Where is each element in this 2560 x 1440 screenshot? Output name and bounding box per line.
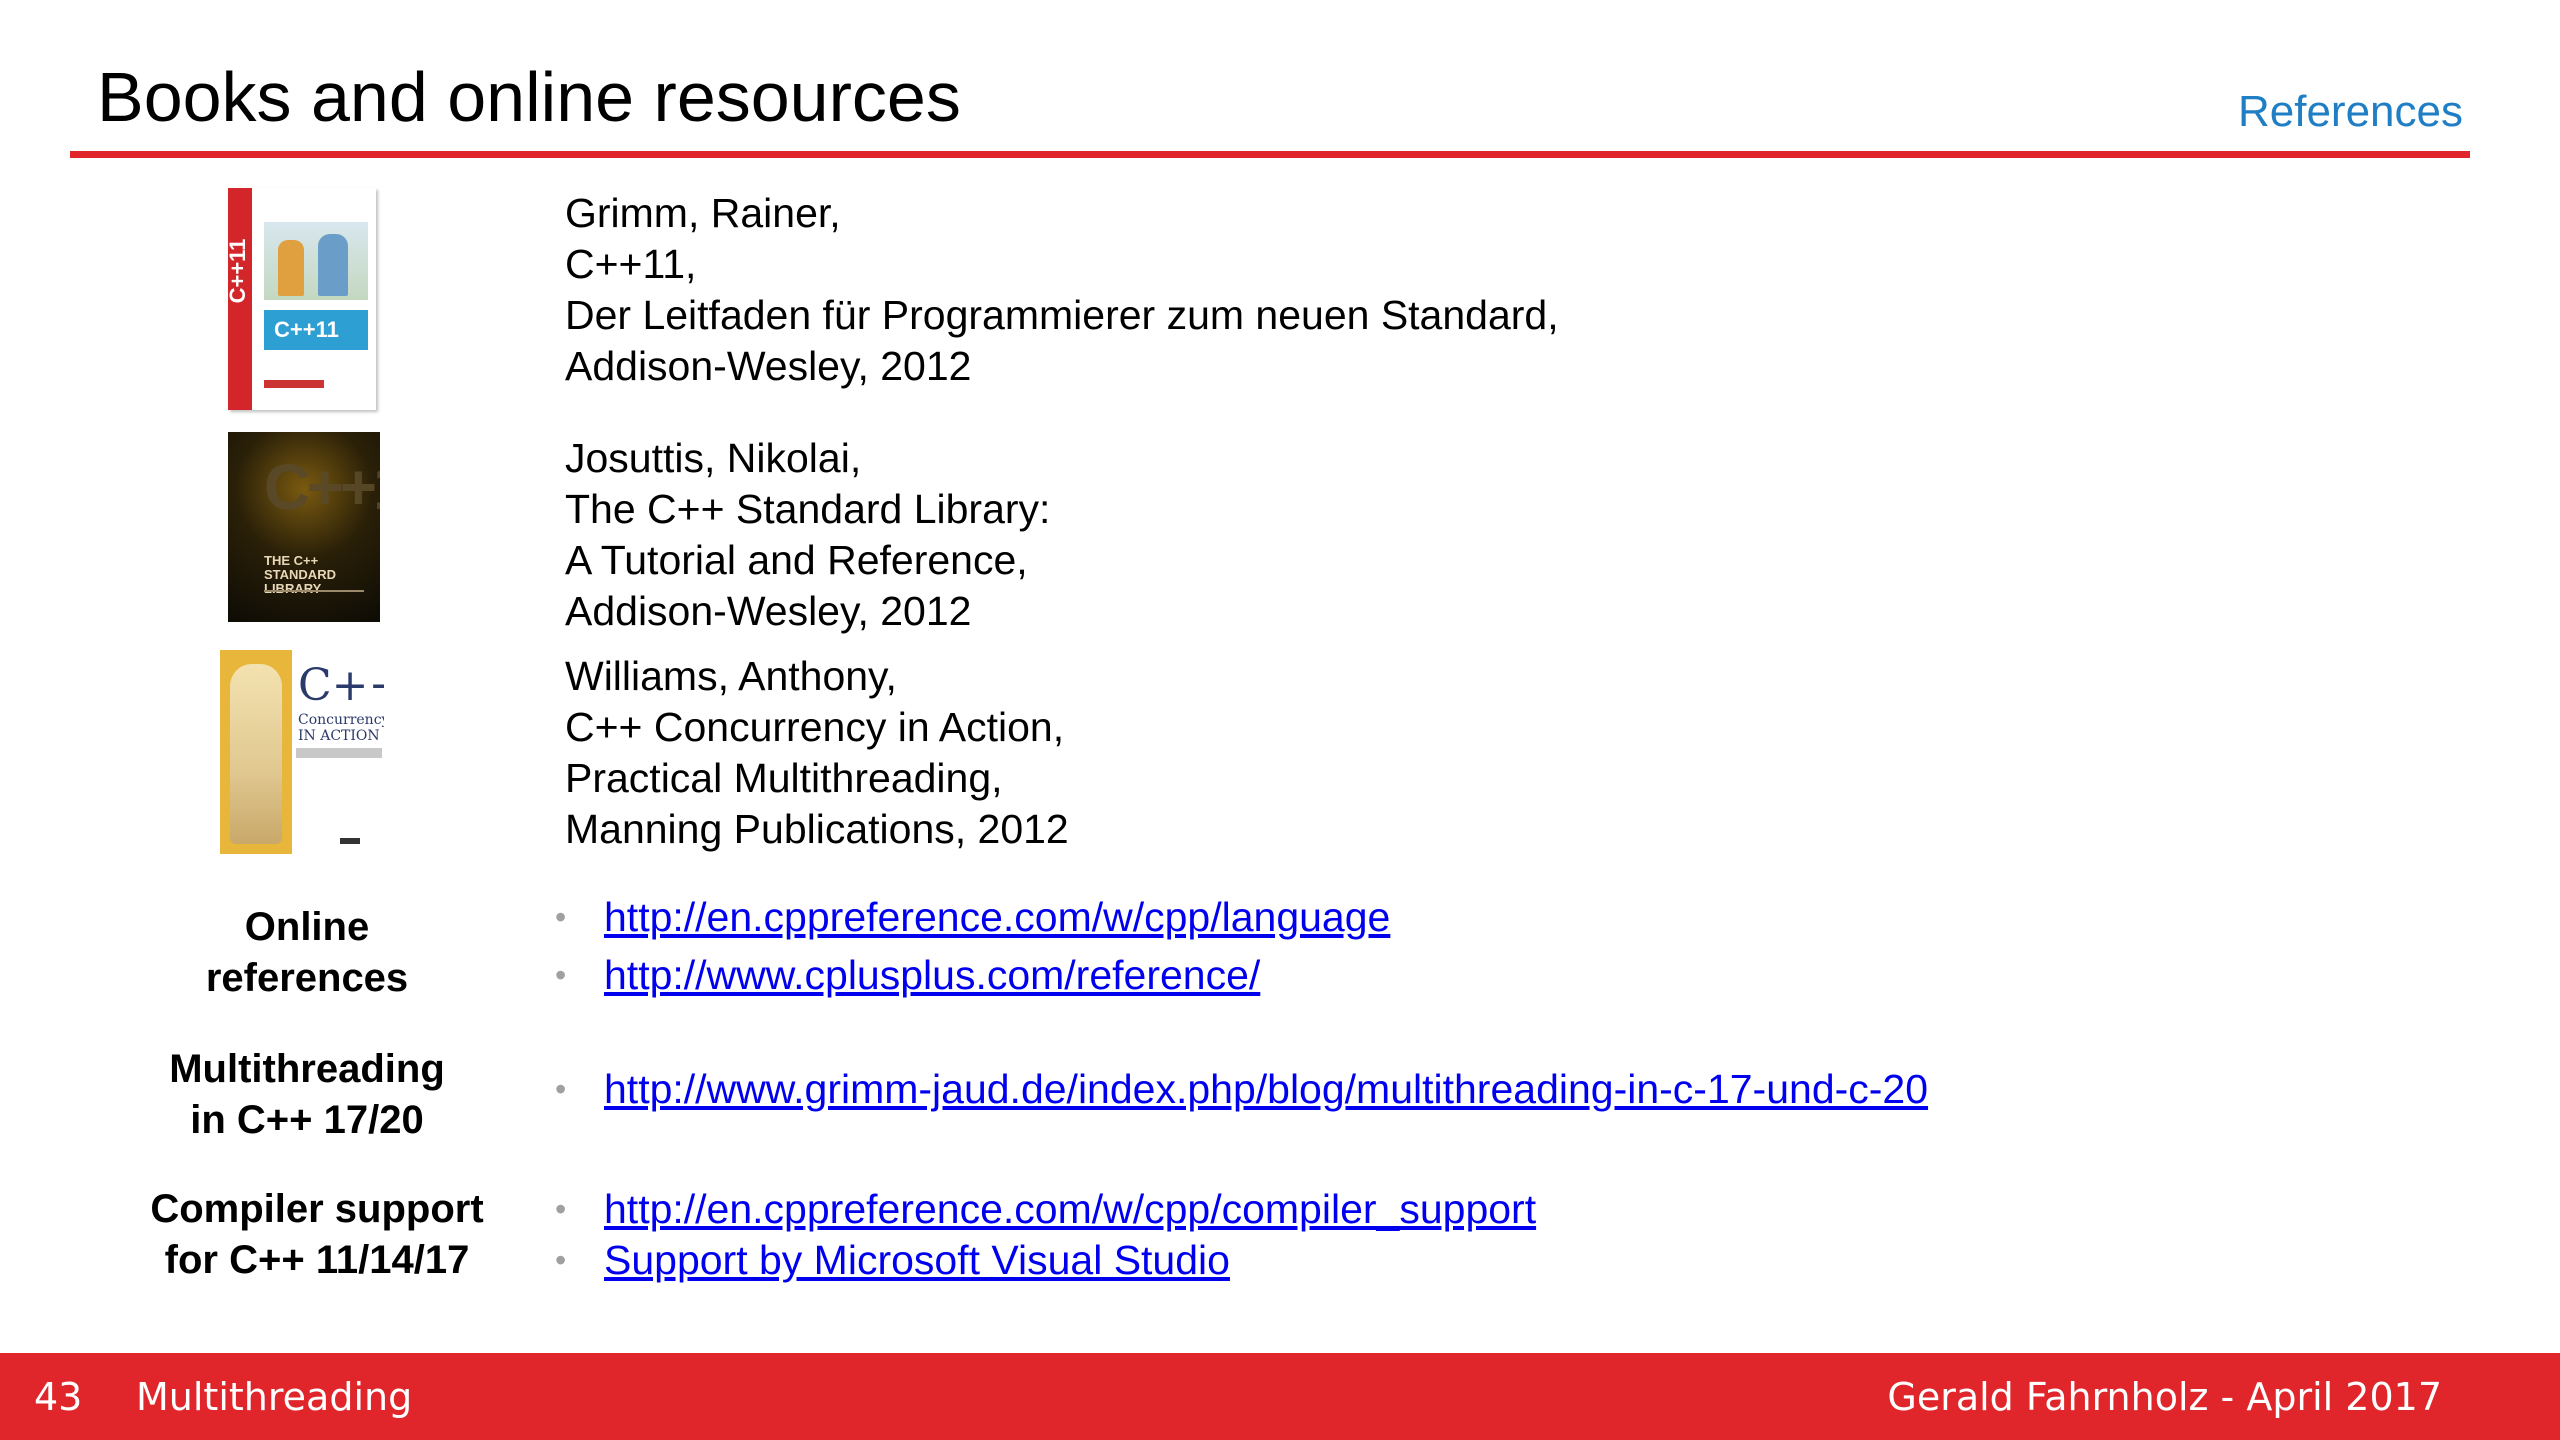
link-cppreference-language[interactable]: http://en.cppreference.com/w/cpp/languag…	[604, 894, 1390, 940]
bib-line: C++ Concurrency in Action,	[565, 704, 1065, 750]
bullet: •	[555, 957, 567, 993]
multithreading-list: • http://www.grimm-jaud.de/index.php/blo…	[555, 1064, 1928, 1115]
bibliography-entry-josuttis: Josuttis, Nikolai, The C++ Standard Libr…	[565, 433, 1050, 637]
cover-big-text: C++	[298, 660, 384, 711]
footer-topic: Multithreading	[136, 1375, 413, 1419]
list-item: • http://www.grimm-jaud.de/index.php/blo…	[555, 1064, 1928, 1115]
link-grimm-jaud-blog[interactable]: http://www.grimm-jaud.de/index.php/blog/…	[604, 1066, 1928, 1112]
bib-line: A Tutorial and Reference,	[565, 537, 1028, 583]
bib-line: Practical Multithreading,	[565, 755, 1003, 801]
cover-big-text: C++11	[264, 451, 380, 523]
section-label: References	[2237, 87, 2463, 136]
list-item: • http://www.cplusplus.com/reference/	[555, 950, 1390, 1001]
bib-line: C++11,	[565, 241, 697, 287]
title-rule	[70, 151, 2470, 158]
link-cplusplus-reference[interactable]: http://www.cplusplus.com/reference/	[604, 952, 1260, 998]
footer-author-date: Gerald Fahrnholz - April 2017	[1887, 1375, 2442, 1419]
bib-line: Addison-Wesley, 2012	[565, 343, 972, 389]
bib-line: Josuttis, Nikolai,	[565, 435, 862, 481]
bullet: •	[555, 1191, 567, 1227]
bib-line: Der Leitfaden für Programmierer zum neue…	[565, 292, 1559, 338]
cover-figure	[230, 664, 282, 844]
link-microsoft-visual-studio[interactable]: Support by Microsoft Visual Studio	[604, 1237, 1230, 1283]
compiler-support-list: • http://en.cppreference.com/w/cpp/compi…	[555, 1184, 1536, 1286]
label-compiler-support: Compiler support for C++ 11/14/17	[150, 1187, 484, 1282]
bib-line: The C++ Standard Library:	[565, 486, 1051, 532]
list-item: • http://en.cppreference.com/w/cpp/langu…	[555, 892, 1390, 943]
cover-band: C++11	[264, 310, 368, 350]
bullet: •	[555, 1242, 567, 1278]
slide-footer: 43 Multithreading Gerald Fahrnholz - Apr…	[0, 1353, 2560, 1440]
slide-number: 43	[34, 1375, 83, 1419]
cover-subtitle: Concurrency IN ACTION	[298, 712, 384, 744]
list-item: • Support by Microsoft Visual Studio	[555, 1235, 1536, 1286]
bibliography-entry-williams: Williams, Anthony, C++ Concurrency in Ac…	[565, 651, 1069, 855]
bib-line: Manning Publications, 2012	[565, 806, 1069, 852]
bullet: •	[555, 899, 567, 935]
list-item: • http://en.cppreference.com/w/cpp/compi…	[555, 1184, 1536, 1235]
slide-title: Books and online resources	[97, 58, 961, 136]
book-cover-grimm: C++11 C++11	[228, 188, 376, 410]
book-spine: C++11	[228, 188, 252, 410]
bibliography-entry-grimm: Grimm, Rainer, C++11, Der Leitfaden für …	[565, 188, 1559, 392]
bib-line: Williams, Anthony,	[565, 653, 897, 699]
online-references-list: • http://en.cppreference.com/w/cpp/langu…	[555, 892, 1390, 1008]
label-online-references: Online references	[205, 905, 409, 1000]
book-cover-williams: C++ Concurrency IN ACTION	[220, 650, 384, 854]
bib-line: Grimm, Rainer,	[565, 190, 841, 236]
bullet: •	[555, 1071, 567, 1107]
label-multithreading: Multithreading in C++ 17/20	[169, 1047, 445, 1142]
link-cppreference-compiler-support[interactable]: http://en.cppreference.com/w/cpp/compile…	[604, 1186, 1536, 1232]
bib-line: Addison-Wesley, 2012	[565, 588, 972, 634]
cover-illustration	[264, 222, 368, 300]
book-cover-josuttis: C++11 THE C++ STANDARD LIBRARY	[228, 432, 380, 622]
